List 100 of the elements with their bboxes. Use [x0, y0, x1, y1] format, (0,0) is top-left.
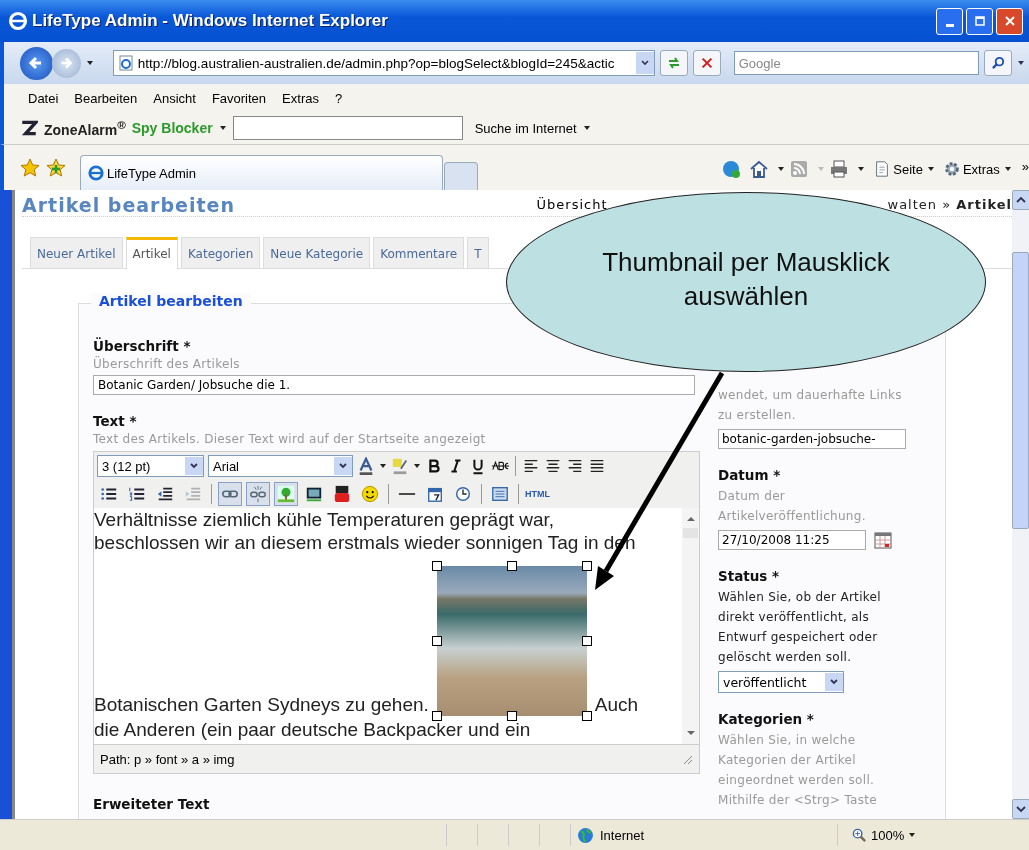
- text-line: Auch: [594, 693, 639, 716]
- toolbar-search-field[interactable]: [232, 116, 463, 140]
- field-hint: Wählen Sie, in welche Kategorien der Artikel eingeordnet werden soll. Mithilfe der <Strg> Taste: [718, 732, 878, 809]
- field-label: Überschrift *: [93, 338, 192, 354]
- resize-handle[interactable]: [506, 711, 517, 721]
- resize-handle[interactable]: [431, 636, 442, 646]
- slug-input[interactable]: botanic-garden-jobsuche-: [718, 429, 906, 449]
- scroll-thumb[interactable]: [1012, 252, 1029, 529]
- home-icon[interactable]: [749, 159, 770, 179]
- html-source-button[interactable]: HTML: [525, 489, 550, 499]
- search-field[interactable]: Google: [733, 51, 980, 75]
- caret-icon[interactable]: [379, 462, 387, 470]
- scroll-down-button[interactable]: [1011, 799, 1029, 819]
- browser-logo-icon: [8, 11, 28, 31]
- more-button[interactable]: »: [1021, 159, 1029, 174]
- minimize-icon: [945, 23, 954, 27]
- menu-item[interactable]: ?: [334, 90, 343, 106]
- chevron-down-icon: [639, 58, 650, 68]
- caret-icon[interactable]: [85, 59, 94, 67]
- browser-tab[interactable]: LifeType Admin: [80, 155, 443, 190]
- tab[interactable]: T: [467, 237, 489, 268]
- caret-icon[interactable]: [413, 462, 421, 470]
- align-icon[interactable]: [566, 457, 584, 475]
- caret-icon[interactable]: [926, 165, 935, 173]
- printer-icon[interactable]: [829, 159, 850, 179]
- browser-logo-icon: [87, 164, 105, 182]
- photo-placeholder[interactable]: [436, 566, 587, 716]
- page-menu-button[interactable]: Seite: [873, 160, 923, 178]
- scrollbar[interactable]: [682, 508, 699, 744]
- close-icon: [699, 56, 714, 70]
- maximize-button[interactable]: [966, 7, 993, 35]
- resize-handle[interactable]: [581, 636, 592, 646]
- search-icon: [990, 55, 1006, 71]
- tools-menu-button[interactable]: Extras: [942, 160, 1000, 178]
- resize-handle[interactable]: [431, 711, 442, 721]
- status-select[interactable]: veröffentlicht: [718, 671, 844, 693]
- resize-handle[interactable]: [506, 561, 517, 571]
- tab[interactable]: Neue Kategorie: [263, 237, 371, 268]
- chat-icon[interactable]: [721, 159, 742, 179]
- stop-button[interactable]: [692, 50, 721, 76]
- caret-icon[interactable]: [582, 124, 591, 132]
- field-hint: Überschrift des Artikels: [93, 357, 241, 371]
- address-field[interactable]: http://blog.australien-australien.de/admin.php?op=blogSelect&blogId=245&actic: [112, 50, 655, 76]
- page-scrollbar[interactable]: [1012, 190, 1029, 819]
- font-family-select[interactable]: Arial: [208, 455, 353, 477]
- tab[interactable]: Artikel: [125, 237, 178, 269]
- page-icon: [117, 55, 134, 71]
- caret-icon[interactable]: [857, 165, 866, 173]
- date-input[interactable]: 27/10/2008 11:25: [718, 530, 866, 550]
- minimize-button[interactable]: [936, 7, 963, 35]
- scroll-thumb[interactable]: [683, 528, 698, 538]
- globe-icon: [577, 826, 594, 844]
- font-size-select[interactable]: 3 (12 pt): [97, 455, 204, 477]
- text-color-icon[interactable]: [357, 457, 375, 475]
- menu-item[interactable]: Ansicht: [153, 90, 196, 106]
- close-button[interactable]: [996, 7, 1023, 35]
- maximize-icon: [974, 16, 985, 26]
- align-icon[interactable]: [544, 457, 562, 475]
- highlight-icon[interactable]: [391, 457, 409, 475]
- align-icon[interactable]: [522, 457, 540, 475]
- field-hint: Wählen Sie, ob der Artikel direkt veröffentlicht, als Entwurf gespeichert oder gelöscht werden soll.: [718, 589, 882, 666]
- tab[interactable]: Kategorien: [180, 237, 261, 268]
- close-icon: [1004, 16, 1015, 26]
- field-label: Kategorien *: [718, 711, 815, 727]
- field-label: Status *: [718, 568, 781, 584]
- star-icon[interactable]: [20, 158, 40, 178]
- resize-grip-icon[interactable]: [681, 753, 693, 765]
- resize-handle[interactable]: [581, 711, 592, 721]
- caret-icon[interactable]: [1003, 165, 1012, 173]
- field-hint: Datum der Artikelveröffentlichung.: [718, 488, 867, 525]
- tab[interactable]: Kommentare: [373, 237, 465, 268]
- scroll-up-icon[interactable]: [685, 514, 696, 524]
- menu-item[interactable]: Extras: [282, 90, 319, 106]
- align-icon[interactable]: [588, 457, 606, 475]
- breadcrumb-link[interactable]: Übersicht: [536, 197, 608, 212]
- menu-item[interactable]: Favoriten: [211, 90, 267, 106]
- menu-item[interactable]: Bearbeiten: [74, 90, 138, 106]
- search-label[interactable]: Suche im Internet: [474, 120, 577, 136]
- zoom-button[interactable]: 100%: [838, 827, 917, 843]
- scroll-down-icon[interactable]: [685, 728, 696, 738]
- title-input[interactable]: Botanic Garden/ Jobsuche die 1.: [93, 375, 695, 395]
- add-star-icon[interactable]: [46, 158, 66, 178]
- resize-handle[interactable]: [581, 561, 592, 571]
- refresh-button[interactable]: [659, 50, 688, 76]
- caret-icon[interactable]: [1017, 59, 1025, 67]
- tab[interactable]: Neuer Artikel: [30, 237, 123, 268]
- calendar-icon[interactable]: [874, 531, 892, 549]
- text-line: Botanischen Garten Sydneys zu gehen.: [94, 693, 429, 716]
- chevron-down-icon: [829, 677, 839, 687]
- caret-icon: [908, 831, 917, 839]
- caret-icon[interactable]: [777, 165, 786, 173]
- caret-icon[interactable]: [218, 124, 227, 132]
- resize-handle[interactable]: [431, 561, 442, 571]
- search-button[interactable]: [984, 50, 1012, 76]
- scroll-up-button[interactable]: [1011, 190, 1029, 210]
- dropdown-button[interactable]: [635, 52, 654, 74]
- toolbar-product: Spy Blocker: [131, 120, 213, 136]
- menu-item[interactable]: Datei: [28, 90, 59, 106]
- back-button[interactable]: [20, 46, 53, 80]
- field-label: Datum *: [718, 467, 782, 483]
